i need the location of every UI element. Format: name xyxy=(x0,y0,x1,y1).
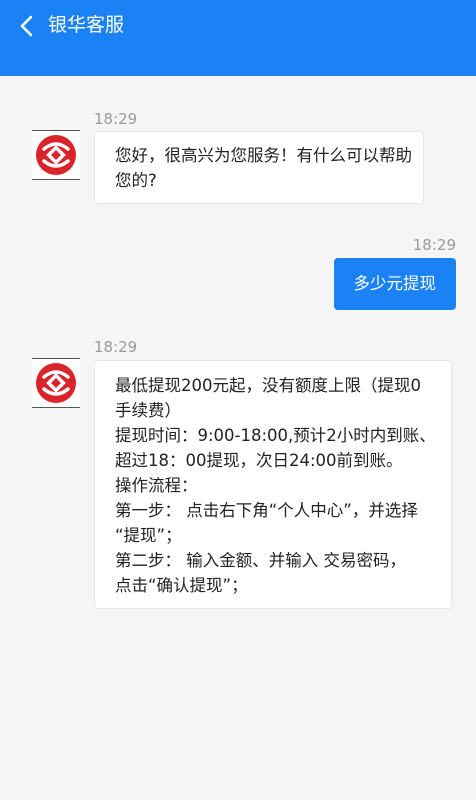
user-message-bubble: 多少元提现 xyxy=(333,258,456,310)
message-text-line: 点击“确认提现”； xyxy=(115,576,248,595)
message-text-line: 您好，很高兴为您服务！有什么可以帮助 xyxy=(115,146,412,165)
message-text-line: 第二步： 输入金额、并输入 交易密码， xyxy=(115,551,406,570)
message-text-line: 您的? xyxy=(115,171,157,190)
bank-logo-icon xyxy=(36,135,76,175)
message-timestamp: 18:29 xyxy=(412,236,456,254)
message-text-line: 手续费） xyxy=(115,401,181,420)
agent-avatar xyxy=(32,130,80,180)
page-title: 银华客服 xyxy=(48,14,125,36)
message-timestamp: 18:29 xyxy=(94,110,138,128)
message-timestamp: 18:29 xyxy=(94,338,138,356)
message-text-line: 最低提现200元起，没有额度上限（提现0 xyxy=(115,376,421,395)
message-text-line: 超过18：00提现，次日24:00前到账。 xyxy=(115,451,403,470)
message-text-line: “提现”； xyxy=(115,526,182,545)
message-text-line: 操作流程： xyxy=(115,476,198,495)
agent-message-bubble: 您好，很高兴为您服务！有什么可以帮助 您的? xyxy=(94,131,424,204)
chevron-left-icon[interactable] xyxy=(14,12,42,40)
agent-message-bubble: 最低提现200元起，没有额度上限（提现0 手续费） 提现时间：9:00-18:0… xyxy=(94,360,452,609)
message-text-line: 第一步： 点击右下角“个人中心”，并选择 xyxy=(115,501,418,520)
bank-logo-icon xyxy=(36,363,76,403)
agent-avatar xyxy=(32,358,80,408)
message-text-line: 提现时间：9:00-18:00,预计2小时内到账、 xyxy=(115,426,436,445)
app-header: 银华客服 xyxy=(0,0,476,76)
